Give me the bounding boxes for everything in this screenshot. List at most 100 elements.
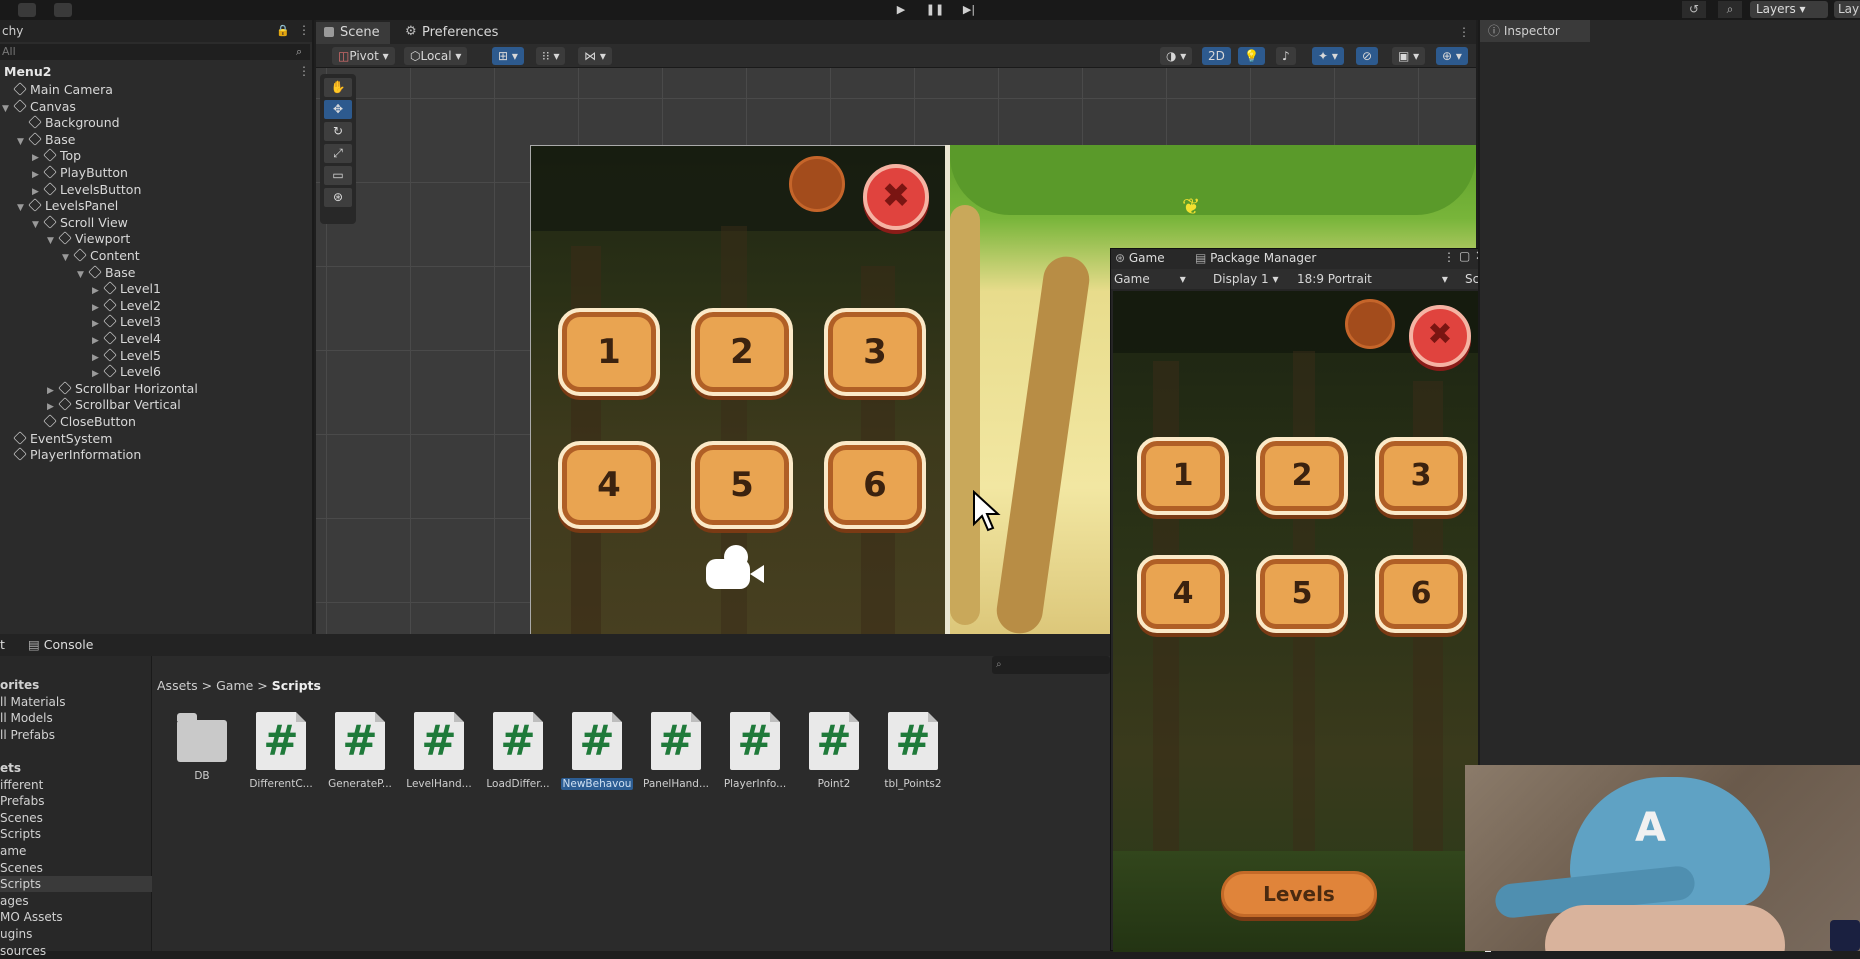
script-file[interactable]: # PanelHand... bbox=[640, 712, 712, 790]
tab-console[interactable]: ▤ Console bbox=[28, 637, 93, 652]
chevron-right-icon[interactable]: ▶ bbox=[32, 184, 42, 200]
play-button[interactable]: ▶ bbox=[890, 2, 912, 18]
chevron-down-icon[interactable]: ▼ bbox=[32, 217, 42, 233]
level-button[interactable]: 2 bbox=[1256, 437, 1348, 515]
aspect-dropdown[interactable]: 18:9 Portrait ▾ bbox=[1297, 269, 1448, 289]
level-button[interactable]: 2 bbox=[691, 308, 793, 396]
project-folder-item[interactable]: ets bbox=[0, 760, 152, 776]
script-file[interactable]: # Point2 bbox=[798, 712, 870, 790]
local-dropdown[interactable]: ⬡Local ▾ bbox=[404, 47, 468, 65]
project-folder-item[interactable]: ugins bbox=[0, 926, 152, 942]
display-dropdown[interactable]: Display 1 ▾ bbox=[1213, 269, 1279, 289]
script-file[interactable]: # tbl_Points2 bbox=[877, 712, 949, 790]
chevron-right-icon[interactable]: ▶ bbox=[32, 167, 42, 183]
move-tool-icon[interactable]: ✥ bbox=[324, 100, 352, 119]
project-folder-item[interactable]: ages bbox=[0, 893, 152, 909]
cloud-icon[interactable] bbox=[18, 3, 36, 17]
level-button[interactable]: 1 bbox=[1137, 437, 1229, 515]
step-button[interactable]: ▶| bbox=[958, 2, 980, 18]
folder-item[interactable]: DB bbox=[166, 712, 238, 782]
game-mode-dropdown[interactable]: Game ▾ bbox=[1114, 269, 1186, 289]
hierarchy-item[interactable]: ▶ Level1 bbox=[92, 281, 161, 297]
chevron-right-icon[interactable]: ▶ bbox=[92, 300, 102, 316]
project-folder-item[interactable]: ll Prefabs bbox=[0, 727, 152, 743]
hierarchy-item[interactable]: ▼ Canvas bbox=[2, 99, 76, 115]
project-folder-item[interactable]: Scenes bbox=[0, 810, 152, 826]
project-folder-item[interactable]: MO Assets bbox=[0, 909, 152, 925]
project-folder-item[interactable]: orites bbox=[0, 677, 152, 693]
chevron-right-icon[interactable]: ▶ bbox=[92, 333, 102, 349]
chevron-down-icon[interactable]: ▼ bbox=[47, 233, 57, 249]
hierarchy-item[interactable]: ▼ Base bbox=[17, 132, 75, 148]
audio-toggle-icon[interactable]: ♪ bbox=[1276, 47, 1296, 65]
project-folder-item[interactable]: Scripts bbox=[0, 826, 152, 842]
level-button[interactable]: 5 bbox=[1256, 555, 1348, 633]
chevron-right-icon[interactable]: ▶ bbox=[92, 316, 102, 332]
scene-menu-icon[interactable]: ⋮ bbox=[298, 64, 310, 78]
layout-dropdown[interactable]: Lay bbox=[1834, 1, 1860, 18]
script-file[interactable]: # GenerateP... bbox=[324, 712, 396, 790]
rotate-tool-icon[interactable]: ↻ bbox=[324, 122, 352, 141]
level-button[interactable]: 6 bbox=[1375, 555, 1467, 633]
hierarchy-item[interactable]: ▶ Level3 bbox=[92, 314, 161, 330]
tab-package-manager[interactable]: ▤ Package Manager bbox=[1195, 251, 1316, 265]
chevron-right-icon[interactable]: ▶ bbox=[47, 383, 57, 399]
hierarchy-item[interactable]: Main Camera bbox=[2, 82, 113, 98]
chevron-right-icon[interactable]: ▶ bbox=[47, 399, 57, 415]
breadcrumb-scripts[interactable]: Scripts bbox=[272, 678, 321, 693]
hierarchy-item[interactable]: ▶ Level4 bbox=[92, 331, 161, 347]
transform-tool-icon[interactable]: ⊛ bbox=[324, 188, 352, 207]
rect-tool-icon[interactable]: ▭ bbox=[324, 166, 352, 185]
level-button[interactable]: 6 bbox=[824, 441, 926, 529]
level-button[interactable]: 5 bbox=[691, 441, 793, 529]
script-file[interactable]: # DifferentC... bbox=[245, 712, 317, 790]
breadcrumb-game[interactable]: Game bbox=[216, 678, 253, 693]
hierarchy-tab[interactable]: chy bbox=[0, 20, 312, 42]
lock-icon[interactable]: 🔒 bbox=[276, 24, 290, 37]
level-button[interactable]: 4 bbox=[558, 441, 660, 529]
chevron-down-icon[interactable]: ▼ bbox=[62, 250, 72, 266]
hierarchy-item[interactable]: ▶ PlayButton bbox=[32, 165, 128, 181]
hierarchy-item[interactable]: ▶ Scrollbar Vertical bbox=[47, 397, 181, 413]
more-options-icon[interactable]: ⋮ bbox=[1458, 25, 1470, 39]
level-button[interactable]: 3 bbox=[824, 308, 926, 396]
hierarchy-item[interactable]: ▶ LevelsButton bbox=[32, 182, 141, 198]
hierarchy-item[interactable]: ▼ Viewport bbox=[47, 231, 130, 247]
level-button[interactable]: 1 bbox=[558, 308, 660, 396]
chevron-right-icon[interactable]: ▶ bbox=[32, 150, 42, 166]
hierarchy-item[interactable]: ▶ Level6 bbox=[92, 364, 161, 380]
tab-game[interactable]: ⊛ Game bbox=[1115, 251, 1165, 265]
align-button[interactable]: ⋈ ▾ bbox=[578, 47, 612, 65]
project-folder-item[interactable]: Prefabs bbox=[0, 793, 152, 809]
levels-button[interactable]: Levels bbox=[1221, 871, 1377, 917]
level-button[interactable]: 3 bbox=[1375, 437, 1467, 515]
script-file[interactable]: # LoadDiffer... bbox=[482, 712, 554, 790]
scale-tool-icon[interactable]: ⤢ bbox=[324, 144, 352, 163]
project-folder-item[interactable]: ll Models bbox=[0, 710, 152, 726]
search-icon[interactable]: ⌕ bbox=[1718, 1, 1742, 18]
hand-tool-icon[interactable]: ✋ bbox=[324, 78, 352, 97]
hierarchy-item[interactable]: ▼ Base bbox=[77, 265, 135, 281]
layers-dropdown[interactable]: Layers ▾ bbox=[1750, 1, 1828, 18]
project-folder-item[interactable]: Scenes bbox=[0, 860, 152, 876]
project-folder-item[interactable]: ame bbox=[0, 843, 152, 859]
scene-root[interactable]: Menu2 bbox=[4, 64, 51, 79]
chevron-down-icon[interactable]: ▼ bbox=[17, 200, 27, 216]
script-file[interactable]: # PlayerInfo... bbox=[719, 712, 791, 790]
chevron-down-icon[interactable]: ▼ bbox=[77, 267, 87, 283]
hierarchy-item[interactable]: Background bbox=[17, 115, 120, 131]
chevron-down-icon[interactable]: ▼ bbox=[2, 101, 12, 117]
pivot-dropdown[interactable]: ◫Pivot ▾ bbox=[332, 47, 395, 65]
chevron-right-icon[interactable]: ▶ bbox=[92, 350, 102, 366]
project-folder-item[interactable] bbox=[0, 743, 152, 759]
tab-inspector[interactable]: ⓘ Inspector bbox=[1480, 20, 1590, 42]
more-options-icon[interactable]: ⋮ bbox=[298, 23, 310, 37]
hierarchy-item[interactable]: CloseButton bbox=[32, 414, 136, 430]
breadcrumb-assets[interactable]: Assets bbox=[157, 678, 198, 693]
level-button[interactable]: 4 bbox=[1137, 555, 1229, 633]
chevron-right-icon[interactable]: ▶ bbox=[92, 283, 102, 299]
project-folder-item[interactable]: Scripts bbox=[0, 876, 152, 893]
close-button[interactable]: ✖ bbox=[1409, 305, 1471, 367]
script-file[interactable]: # LevelHand... bbox=[403, 712, 475, 790]
gizmos-dropdown[interactable]: ⊕ ▾ bbox=[1436, 47, 1468, 65]
